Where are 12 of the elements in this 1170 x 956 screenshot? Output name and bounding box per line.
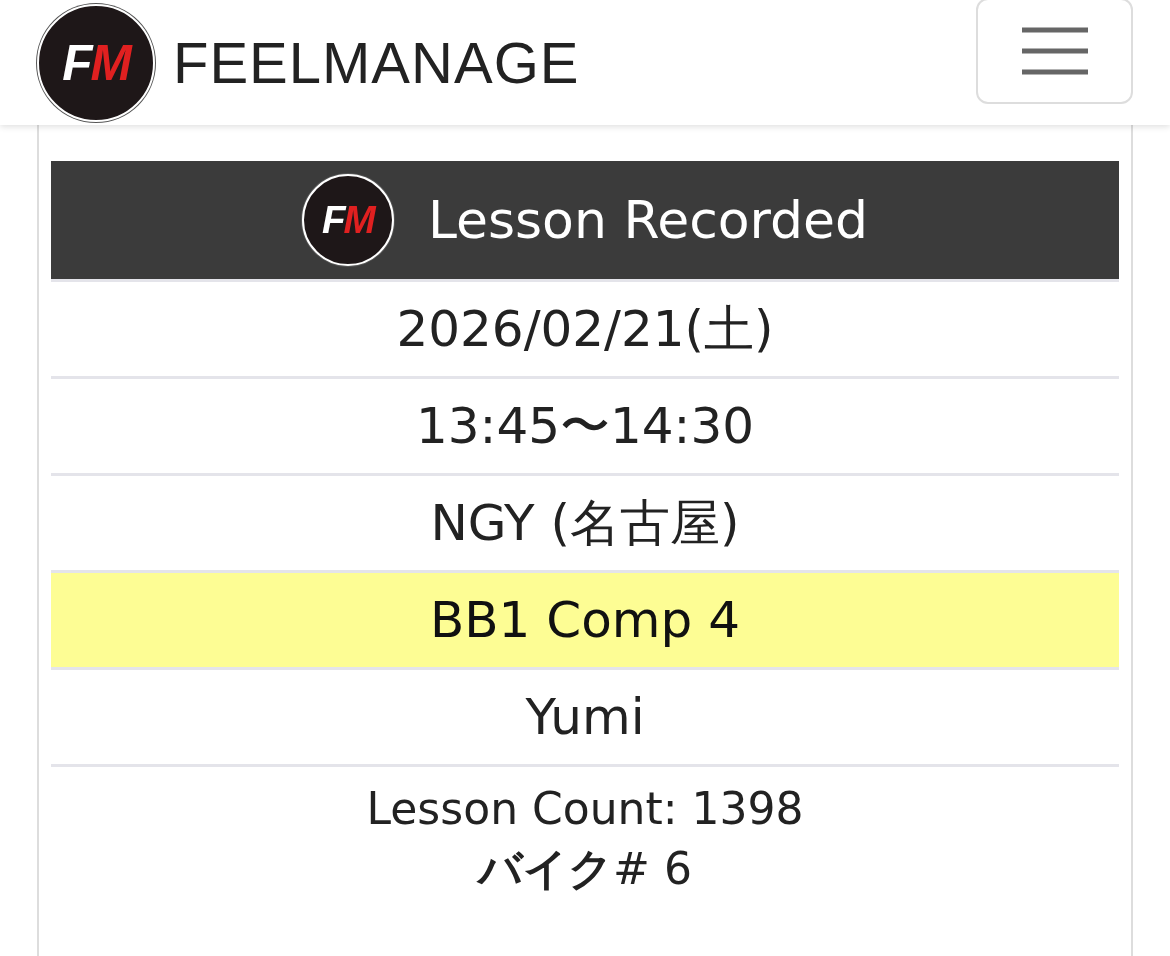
lesson-count: Lesson Count: 1398 xyxy=(51,764,1119,834)
logo-icon: FM xyxy=(37,3,155,122)
card-title: Lesson Recorded xyxy=(427,190,869,250)
menu-icon xyxy=(1021,26,1088,75)
info-row: Yumi xyxy=(51,667,1119,764)
bike-number: バイク# 6 xyxy=(475,842,693,896)
logo-icon: FM xyxy=(301,174,394,266)
brand-name: FEELMANAGE xyxy=(173,29,580,96)
info-row: BB1 Comp 4 xyxy=(51,570,1119,667)
menu-button[interactable] xyxy=(976,0,1133,104)
info-row: 2026/02/21(土) xyxy=(51,279,1119,376)
info-row: 13:45〜14:30 xyxy=(51,376,1119,473)
